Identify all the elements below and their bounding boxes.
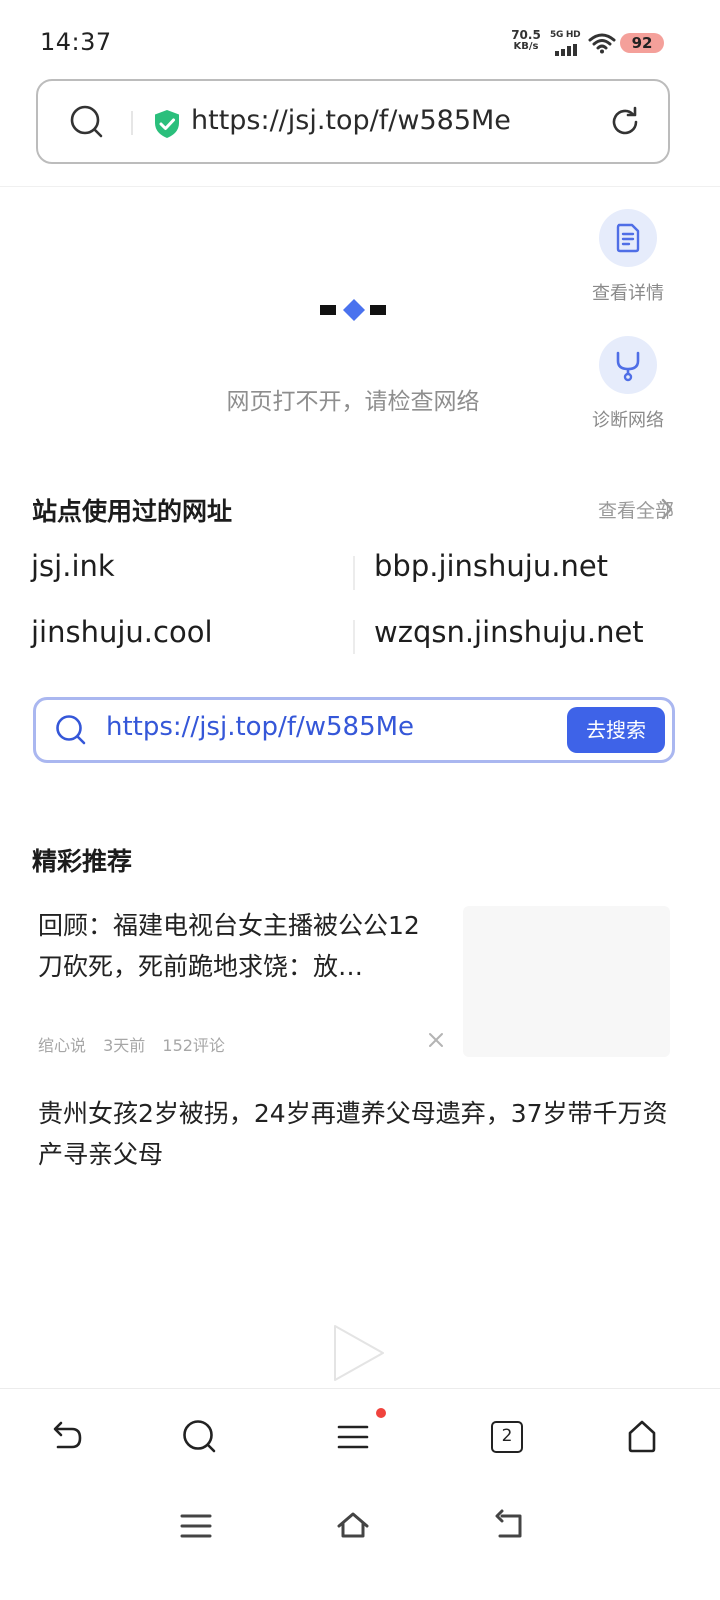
- article-time: 3天前: [103, 1036, 146, 1055]
- search-icon: [56, 715, 86, 745]
- article-title[interactable]: 回顾：福建电视台女主播被公公12刀砍死，死前跪地求饶：放…: [38, 905, 443, 987]
- tabs-icon[interactable]: 2: [491, 1421, 531, 1461]
- chevron-right-icon[interactable]: [658, 497, 676, 521]
- status-time: 14:37: [40, 28, 112, 56]
- recommend-section-title: 精彩推荐: [32, 847, 133, 876]
- browser-toolbar: 2: [0, 1388, 720, 1488]
- site-link[interactable]: bbp.jinshuju.net: [374, 549, 608, 583]
- wifi-icon: [588, 33, 616, 54]
- site-divider: [353, 620, 355, 654]
- search-button[interactable]: 去搜索: [567, 707, 665, 753]
- site-divider: [353, 556, 355, 590]
- site-link[interactable]: wzqsn.jinshuju.net: [374, 615, 644, 649]
- site-link[interactable]: jsj.ink: [31, 549, 115, 583]
- error-message: 网页打不开，请检查网络: [226, 389, 480, 415]
- cellular-signal-icon: 5G HD: [550, 30, 582, 58]
- network-speed: 70.5 KB/s: [508, 28, 544, 52]
- search-icon[interactable]: [180, 1417, 220, 1457]
- url-text[interactable]: https://jsj.top/f/w585Me: [191, 105, 511, 136]
- article-thumbnail[interactable]: [463, 906, 670, 1057]
- signal-label: 5G HD: [550, 30, 581, 40]
- network-speed-value: 70.5: [511, 28, 541, 42]
- search-box[interactable]: https://jsj.top/f/w585Me 去搜索: [33, 697, 675, 763]
- tab-count: 2: [491, 1421, 523, 1453]
- status-bar: 14:37 70.5 KB/s 5G HD 92: [0, 0, 720, 80]
- battery-indicator: 92: [620, 33, 664, 53]
- view-details-button[interactable]: 查看详情: [578, 209, 678, 305]
- recents-icon[interactable]: [178, 1508, 214, 1544]
- network-speed-unit: KB/s: [513, 41, 539, 52]
- menu-icon[interactable]: [334, 1417, 374, 1457]
- document-icon: [616, 223, 640, 253]
- search-query[interactable]: https://jsj.top/f/w585Me: [106, 712, 414, 742]
- play-icon[interactable]: [327, 1322, 389, 1384]
- home-icon[interactable]: [335, 1508, 371, 1544]
- reload-icon[interactable]: [606, 103, 644, 141]
- notification-dot: [376, 1408, 386, 1418]
- system-navigation: [0, 1490, 720, 1600]
- article-source: 绾心说: [38, 1036, 87, 1055]
- sites-section-title: 站点使用过的网址: [32, 497, 233, 526]
- secure-shield-icon: [155, 110, 179, 138]
- loading-indicator: [320, 299, 386, 321]
- header-divider: [0, 186, 720, 187]
- article-comments: 152评论: [162, 1036, 225, 1055]
- article-title[interactable]: 贵州女孩2岁被拐，24岁再遭养父母遗弃，37岁带千万资产寻亲父母: [38, 1093, 668, 1175]
- address-bar[interactable]: https://jsj.top/f/w585Me: [36, 79, 670, 164]
- home-icon[interactable]: [622, 1417, 662, 1457]
- article-meta: 绾心说 3天前 152评论: [38, 1032, 237, 1056]
- address-bar-divider: [131, 111, 133, 135]
- details-icon-bg: [599, 209, 657, 267]
- site-link[interactable]: jinshuju.cool: [31, 615, 213, 649]
- back-icon[interactable]: [46, 1417, 86, 1457]
- view-details-label: 查看详情: [592, 283, 664, 304]
- back-icon[interactable]: [492, 1508, 528, 1544]
- stethoscope-icon: [616, 351, 640, 382]
- close-icon[interactable]: [427, 1031, 445, 1049]
- search-icon[interactable]: [68, 103, 106, 141]
